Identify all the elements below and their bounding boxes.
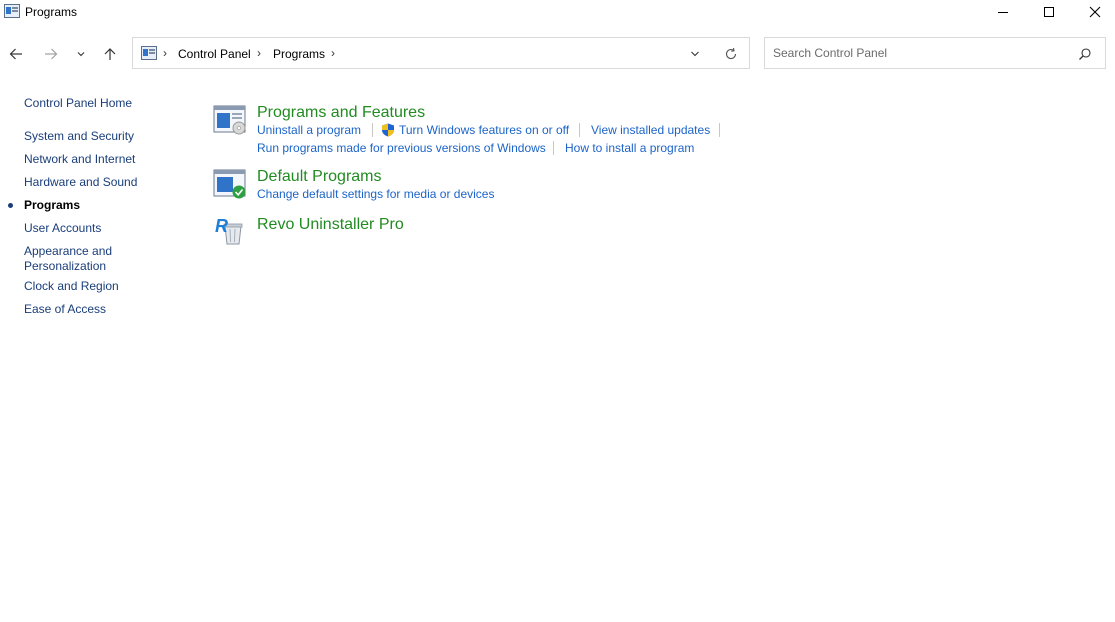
back-button[interactable] bbox=[6, 44, 26, 64]
window-title: Programs bbox=[25, 5, 78, 19]
up-button[interactable] bbox=[100, 44, 120, 64]
address-dropdown-button[interactable] bbox=[687, 46, 703, 62]
sidebar-item-label: Appearance and bbox=[24, 244, 113, 258]
task-separator bbox=[579, 123, 580, 137]
revo-uninstaller-icon[interactable]: R bbox=[213, 214, 247, 246]
sidebar-item-appearance-and-personalization[interactable]: Appearance and Personalization bbox=[24, 244, 112, 274]
back-arrow-icon bbox=[9, 48, 22, 60]
programs-and-features-icon[interactable] bbox=[213, 104, 247, 136]
chevron-right-icon[interactable]: › bbox=[331, 46, 335, 60]
chevron-right-icon[interactable]: › bbox=[163, 46, 167, 60]
close-button[interactable] bbox=[1072, 0, 1115, 24]
breadcrumb-control-panel[interactable]: Control Panel bbox=[178, 47, 251, 61]
category-title-default-programs[interactable]: Default Programs bbox=[257, 168, 382, 186]
refresh-button[interactable] bbox=[723, 46, 739, 62]
up-arrow-icon bbox=[104, 48, 116, 60]
control-panel-icon bbox=[141, 46, 157, 60]
svg-text:R: R bbox=[215, 216, 228, 236]
sidebar-item-label: Personalization bbox=[24, 259, 107, 273]
sidebar-item-ease-of-access[interactable]: Ease of Access bbox=[24, 302, 106, 317]
link-change-default-settings-for-media-or-devices[interactable]: Change default settings for media or dev… bbox=[257, 187, 494, 201]
chevron-right-icon[interactable]: › bbox=[257, 46, 261, 60]
sidebar-item-system-and-security[interactable]: System and Security bbox=[24, 129, 134, 144]
search-icon[interactable] bbox=[1078, 47, 1092, 61]
chevron-down-icon bbox=[691, 51, 699, 57]
category-title-revo-uninstaller-pro[interactable]: Revo Uninstaller Pro bbox=[257, 216, 404, 234]
sidebar-item-control-panel-home[interactable]: Control Panel Home bbox=[24, 96, 132, 111]
category-title-programs-and-features[interactable]: Programs and Features bbox=[257, 104, 425, 122]
sidebar-item-clock-and-region[interactable]: Clock and Region bbox=[24, 279, 119, 294]
maximize-button[interactable] bbox=[1026, 0, 1072, 24]
title-bar: Programs bbox=[0, 0, 1115, 26]
close-icon bbox=[1089, 6, 1101, 18]
refresh-icon bbox=[725, 47, 737, 60]
minimize-icon bbox=[998, 12, 1008, 13]
chevron-down-icon bbox=[77, 52, 85, 57]
link-how-to-install-a-program[interactable]: How to install a program bbox=[565, 141, 694, 155]
minimize-button[interactable] bbox=[980, 0, 1026, 24]
default-programs-icon[interactable] bbox=[213, 168, 247, 200]
search-input[interactable] bbox=[765, 38, 1073, 68]
task-separator bbox=[372, 123, 373, 137]
link-uninstall-a-program[interactable]: Uninstall a program bbox=[257, 123, 361, 137]
task-separator bbox=[553, 141, 554, 155]
sidebar-item-programs: Programs bbox=[24, 198, 81, 212]
active-item-bullet bbox=[8, 203, 13, 208]
sidebar-item-user-accounts[interactable]: User Accounts bbox=[24, 221, 101, 236]
forward-arrow-icon bbox=[45, 48, 58, 60]
recent-locations-button[interactable] bbox=[71, 44, 91, 64]
task-separator bbox=[719, 123, 720, 137]
link-view-installed-updates[interactable]: View installed updates bbox=[591, 123, 710, 137]
link-turn-windows-features-on-or-off[interactable]: Turn Windows features on or off bbox=[399, 123, 569, 137]
breadcrumb-programs[interactable]: Programs bbox=[273, 47, 325, 61]
link-run-programs-made-for-previous-versions[interactable]: Run programs made for previous versions … bbox=[257, 141, 546, 155]
maximize-icon bbox=[1044, 7, 1054, 17]
address-bar[interactable]: › Control Panel › Programs › bbox=[132, 37, 750, 69]
control-panel-icon bbox=[4, 4, 20, 18]
uac-shield-icon bbox=[382, 123, 394, 137]
sidebar-item-hardware-and-sound[interactable]: Hardware and Sound bbox=[24, 175, 137, 190]
forward-button[interactable] bbox=[41, 44, 61, 64]
sidebar-item-network-and-internet[interactable]: Network and Internet bbox=[24, 152, 135, 167]
search-box[interactable] bbox=[764, 37, 1106, 69]
